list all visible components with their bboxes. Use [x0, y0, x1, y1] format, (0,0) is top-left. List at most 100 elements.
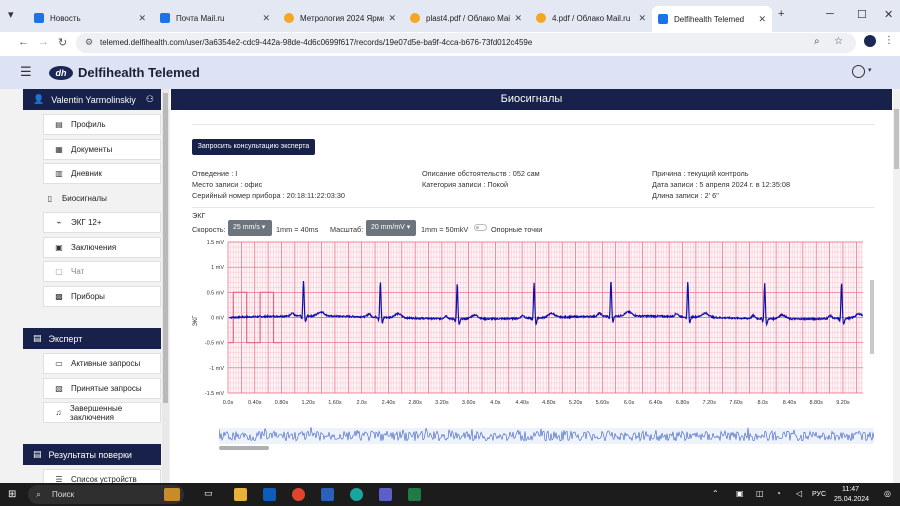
sidebar-item-completed-conclusions[interactable]: ♫ Завершенные заключения	[43, 402, 161, 423]
tab-search-icon[interactable]: ▾	[8, 8, 14, 21]
tray-network-icon[interactable]: ◫	[756, 489, 764, 498]
clock-date[interactable]: 25.04.2024	[834, 496, 869, 503]
edge-icon[interactable]	[350, 488, 363, 501]
windows-start-icon[interactable]: ⊞	[8, 489, 16, 500]
window-close-icon[interactable]: ✕	[884, 8, 893, 21]
address-bar[interactable]: ⚙ telemed.delfihealth.com/user/3a6354e2-…	[76, 33, 856, 53]
sidebar-item-diary[interactable]: ▥ Дневник	[43, 163, 161, 184]
url-text[interactable]: telemed.delfihealth.com/user/3a6354e2-cd…	[100, 38, 532, 47]
tray-app-icon[interactable]: ▣	[736, 489, 744, 498]
sidebar-results-header[interactable]: ▤ Результаты поверки	[23, 444, 161, 465]
y-tick-label: 1.5 mV	[207, 240, 225, 246]
info-place: Место записи : офис	[192, 180, 263, 189]
bookmark-star-icon[interactable]: ☆	[834, 36, 843, 47]
ecg-y-axis-label: ЭКГ	[193, 315, 199, 327]
close-icon[interactable]: ✕	[758, 14, 766, 25]
divider	[192, 207, 874, 208]
close-icon[interactable]: ✕	[138, 13, 146, 24]
user-name: Valentin Yarmolinskiy	[51, 94, 136, 105]
sidebar-item-conclusions[interactable]: ▣ Заключения	[43, 237, 161, 258]
close-icon[interactable]: ✕	[514, 13, 522, 24]
sidebar-item-biosignals[interactable]: ▯ Биосигналы	[35, 188, 161, 209]
close-icon[interactable]: ✕	[262, 13, 270, 24]
diary-icon: ▥	[55, 169, 63, 178]
close-icon[interactable]: ✕	[638, 13, 646, 24]
chrome-icon[interactable]	[292, 488, 305, 501]
scale-select[interactable]: 20 mm/mV ▾	[366, 220, 416, 236]
sidebar-scrollbar-thumb[interactable]	[163, 93, 168, 403]
profile-avatar-icon[interactable]	[864, 35, 876, 47]
x-tick-label: 7.20s	[703, 400, 717, 406]
sidebar-item-label: Биосигналы	[62, 194, 107, 203]
info-serial: Серийный номер прибора : 20:18:11:22:03:…	[192, 191, 345, 200]
app-logo: dh	[49, 66, 73, 80]
browser-tab[interactable]: 4.pdf / Облако Mail.ru ✕	[530, 7, 652, 29]
sidebar-user-header[interactable]: 👤 Valentin Yarmolinskiy ⚇	[23, 89, 161, 110]
divider	[192, 124, 874, 125]
browser-tab-active[interactable]: Delfihealth Telemed ✕	[652, 6, 772, 32]
chevron-down-icon: ▾	[406, 224, 411, 231]
clock-time[interactable]: 11:47	[842, 486, 859, 493]
task-view-icon[interactable]: ▭	[204, 488, 213, 499]
hamburger-menu-icon[interactable]: ☰	[20, 64, 32, 80]
sidebar-item-active-requests[interactable]: ▭ Активные запросы	[43, 353, 161, 374]
users-group-icon[interactable]: ⚇	[146, 94, 154, 105]
minimize-icon[interactable]: ─	[826, 8, 834, 20]
sidebar-item-documents[interactable]: ▦ Документы	[43, 139, 161, 160]
chevron-down-icon[interactable]: ▾	[868, 66, 872, 74]
browser-menu-icon[interactable]: ⋮	[884, 35, 894, 46]
scale-note: 1mm = 50mkV	[421, 225, 469, 234]
language-indicator[interactable]: РУС	[812, 491, 826, 498]
browser-tab[interactable]: Почта Mail.ru ✕	[154, 7, 276, 29]
ecg-overview-strip[interactable]	[219, 426, 874, 452]
sidebar-scrollbar[interactable]	[162, 89, 169, 483]
chart-scrollbar[interactable]	[870, 280, 874, 354]
sidebar-item-chat[interactable]: ▢ Чат	[43, 261, 161, 282]
forward-icon[interactable]: →	[38, 36, 49, 48]
speed-note: 1mm = 40ms	[276, 225, 319, 234]
tab-favicon-icon	[34, 13, 44, 23]
sidebar-item-devices[interactable]: ▩ Приборы	[43, 286, 161, 307]
tray-chevron-icon[interactable]: ⌃	[712, 489, 719, 498]
close-icon[interactable]: ✕	[388, 13, 396, 24]
notifications-icon[interactable]: ◎	[884, 489, 891, 498]
x-tick-label: 6.40s	[649, 400, 663, 406]
request-consultation-button[interactable]: Запросить консультацию эксперта	[192, 139, 315, 155]
sidebar-item-ecg12[interactable]: ⌁ ЭКГ 12+	[43, 212, 161, 233]
device-icon: ▩	[55, 292, 63, 301]
browser-tab[interactable]: Метрология 2024 Ярмол ✕	[278, 7, 402, 29]
account-icon[interactable]	[852, 65, 865, 78]
tab-title: Метрология 2024 Ярмол	[300, 13, 385, 23]
browser-tab[interactable]: plast4.pdf / Облако Mail ✕	[404, 7, 528, 29]
teams-icon[interactable]	[379, 488, 392, 501]
site-info-icon[interactable]: ⚙	[85, 37, 93, 48]
wifi-icon[interactable]: ◔	[776, 489, 781, 498]
overview-scroll-thumb[interactable]	[219, 446, 269, 450]
ecg-chart[interactable]: 1.5 mV1 mV0.5 mV0 mV-0.5 mV-1 mV-1.5 mV …	[190, 236, 880, 412]
page-scrollbar-thumb[interactable]	[894, 109, 899, 169]
sidebar-item-label: Принятые запросы	[71, 384, 142, 393]
page-scrollbar[interactable]	[893, 89, 900, 483]
maximize-icon[interactable]: ☐	[857, 8, 867, 21]
sidebar-item-accepted-requests[interactable]: ▧ Принятые запросы	[43, 378, 161, 399]
sidebar-expert-header[interactable]: ▤ Эксперт	[23, 328, 161, 349]
x-tick-label: 0.0s	[223, 400, 234, 406]
reference-points-toggle[interactable]	[474, 224, 487, 231]
back-icon[interactable]: ←	[18, 36, 29, 48]
sidebar-item-profile[interactable]: ▤ Профиль	[43, 114, 161, 135]
zoom-icon[interactable]: ⌕	[814, 36, 820, 47]
word-icon[interactable]	[321, 488, 334, 501]
reload-icon[interactable]: ↻	[58, 36, 67, 49]
taskbar-search[interactable]: ⌕ Поиск	[28, 485, 184, 504]
chat-icon: ▭	[55, 359, 63, 368]
browser-tab[interactable]: Новость ✕	[28, 7, 152, 29]
excel-icon[interactable]	[408, 488, 421, 501]
new-tab-button[interactable]: +	[778, 8, 784, 20]
volume-icon[interactable]: ◁	[796, 489, 802, 498]
file-explorer-icon[interactable]	[234, 488, 247, 501]
ecg-y-axis: 1.5 mV 1 mV 0.5 mV 0 mV -0.5 mV -1 mV -1.5 mV	[205, 240, 225, 397]
speed-select[interactable]: 25 mm/s ▾	[228, 220, 272, 236]
ecg-section-label: ЭКГ	[192, 211, 206, 220]
outlook-icon[interactable]	[263, 488, 276, 501]
sidebar-item-device-list[interactable]: ☰ Список устройств	[43, 469, 161, 483]
